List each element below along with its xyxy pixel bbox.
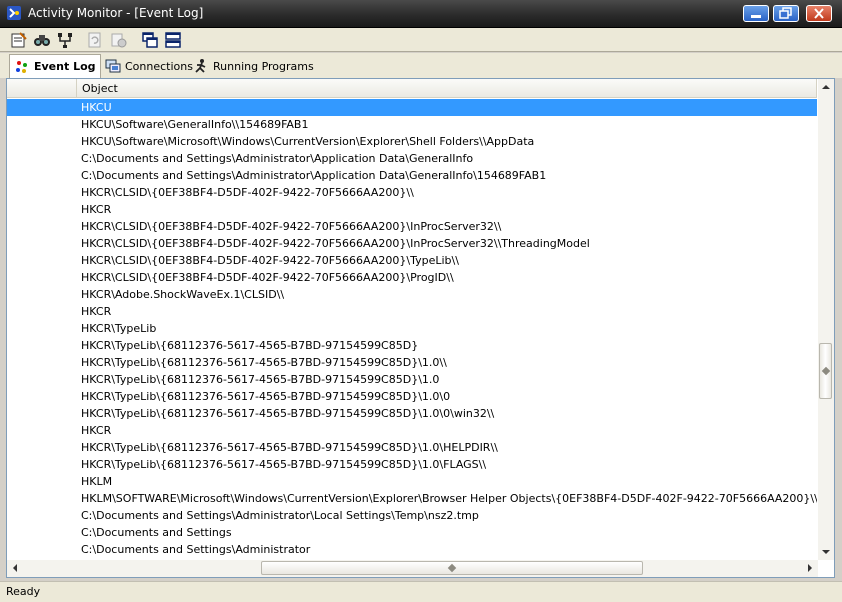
vertical-scrollbar[interactable] — [818, 79, 834, 560]
horizontal-scroll-thumb[interactable] — [261, 561, 643, 575]
event-log-list[interactable]: Object HKCU HKCU\Software\GeneralInfo\\15… — [6, 78, 835, 578]
minimize-button[interactable] — [743, 5, 769, 22]
tab-event-log[interactable]: Event Log — [9, 54, 101, 78]
table-row[interactable]: HKCR\CLSID\{0EF38BF4-D5DF-402F-9422-70F5… — [7, 269, 817, 286]
table-row[interactable]: C:\Documents and Settings — [7, 524, 817, 541]
table-row[interactable]: HKCR — [7, 201, 817, 218]
restore-button[interactable] — [773, 5, 799, 22]
connections-icon — [105, 59, 121, 73]
table-row[interactable]: HKLM\SOFTWARE\Microsoft\Windows\CurrentV… — [7, 490, 817, 507]
table-row[interactable]: HKCR\TypeLib\{68112376-5617-4565-B7BD-97… — [7, 456, 817, 473]
minimize-icon — [751, 15, 761, 18]
tab-bar: Event Log Connections Running Programs — [0, 53, 842, 78]
restore-icon — [779, 7, 792, 19]
activity-monitor-app-icon — [7, 6, 21, 20]
tab-connections[interactable]: Connections — [101, 55, 197, 77]
column-header-object[interactable]: Object — [77, 79, 817, 98]
properties-icon[interactable] — [10, 31, 28, 49]
table-row[interactable]: HKCR\CLSID\{0EF38BF4-D5DF-402F-9422-70F5… — [7, 235, 817, 252]
list-rows: HKCU HKCU\Software\GeneralInfo\\154689FAB… — [7, 99, 817, 558]
title-bar[interactable]: Activity Monitor - [Event Log] — [0, 0, 842, 28]
list-header: Object — [7, 79, 817, 98]
window-title: Activity Monitor - [Event Log] — [28, 6, 204, 20]
tab-label: Connections — [125, 59, 193, 73]
table-row[interactable]: HKCR\TypeLib\{68112376-5617-4565-B7BD-97… — [7, 388, 817, 405]
table-row[interactable]: HKLM — [7, 473, 817, 490]
table-row[interactable]: HKCR\CLSID\{0EF38BF4-D5DF-402F-9422-70F5… — [7, 252, 817, 269]
cascade-icon[interactable] — [141, 31, 159, 49]
table-row[interactable]: HKCU — [7, 99, 817, 116]
toolbar — [0, 28, 842, 52]
table-row[interactable]: C:\Documents and Settings\Administrator — [7, 541, 817, 558]
arrow-right-icon — [808, 564, 812, 572]
close-icon — [814, 8, 824, 19]
event-log-icon — [16, 60, 27, 73]
table-row[interactable]: HKCR\CLSID\{0EF38BF4-D5DF-402F-9422-70F5… — [7, 184, 817, 201]
table-row[interactable]: HKCR\TypeLib\{68112376-5617-4565-B7BD-97… — [7, 439, 817, 456]
close-button[interactable] — [806, 5, 832, 22]
horizontal-scrollbar[interactable] — [7, 560, 818, 577]
scroll-up-button[interactable] — [818, 79, 834, 95]
filter-icon[interactable] — [56, 31, 74, 49]
running-programs-icon — [195, 59, 206, 73]
table-row[interactable]: C:\Documents and Settings\Administrator\… — [7, 507, 817, 524]
table-row[interactable]: C:\Documents and Settings\Administrator\… — [7, 167, 817, 184]
arrow-up-icon — [822, 85, 830, 89]
table-row[interactable]: HKCU\Software\GeneralInfo\\154689FAB1 — [7, 116, 817, 133]
table-row[interactable]: HKCR\TypeLib\{68112376-5617-4565-B7BD-97… — [7, 354, 817, 371]
refresh-icon[interactable] — [86, 31, 104, 49]
column-header-blank[interactable] — [7, 79, 77, 98]
grip-icon — [821, 366, 831, 376]
table-row[interactable]: HKCR\TypeLib — [7, 320, 817, 337]
tab-running-programs[interactable]: Running Programs — [189, 55, 318, 77]
table-row[interactable]: HKCU\Software\Microsoft\Windows\CurrentV… — [7, 133, 817, 150]
arrow-down-icon — [822, 550, 830, 554]
status-text: Ready — [6, 585, 41, 598]
arrow-left-icon — [13, 564, 17, 572]
table-row[interactable]: HKCR — [7, 303, 817, 320]
tile-icon[interactable] — [164, 31, 182, 49]
tab-label: Running Programs — [213, 59, 314, 73]
table-row[interactable]: HKCR — [7, 422, 817, 439]
table-row[interactable]: C:\Documents and Settings\Administrator\… — [7, 150, 817, 167]
vertical-scroll-thumb[interactable] — [819, 343, 832, 399]
table-row[interactable]: HKCR\TypeLib\{68112376-5617-4565-B7BD-97… — [7, 405, 817, 422]
settings-icon[interactable] — [110, 31, 128, 49]
scroll-down-button[interactable] — [818, 544, 834, 560]
table-row[interactable]: HKCR\TypeLib\{68112376-5617-4565-B7BD-97… — [7, 371, 817, 388]
grip-icon — [447, 563, 457, 573]
find-icon[interactable] — [33, 31, 51, 49]
scroll-left-button[interactable] — [7, 560, 23, 576]
table-row[interactable]: HKCR\TypeLib\{68112376-5617-4565-B7BD-97… — [7, 337, 817, 354]
scroll-right-button[interactable] — [802, 560, 818, 576]
table-row[interactable]: HKCR\Adobe.ShockWaveEx.1\CLSID\\ — [7, 286, 817, 303]
table-row[interactable]: HKCR\CLSID\{0EF38BF4-D5DF-402F-9422-70F5… — [7, 218, 817, 235]
status-bar: Ready — [0, 581, 842, 602]
tab-label: Event Log — [34, 60, 96, 73]
